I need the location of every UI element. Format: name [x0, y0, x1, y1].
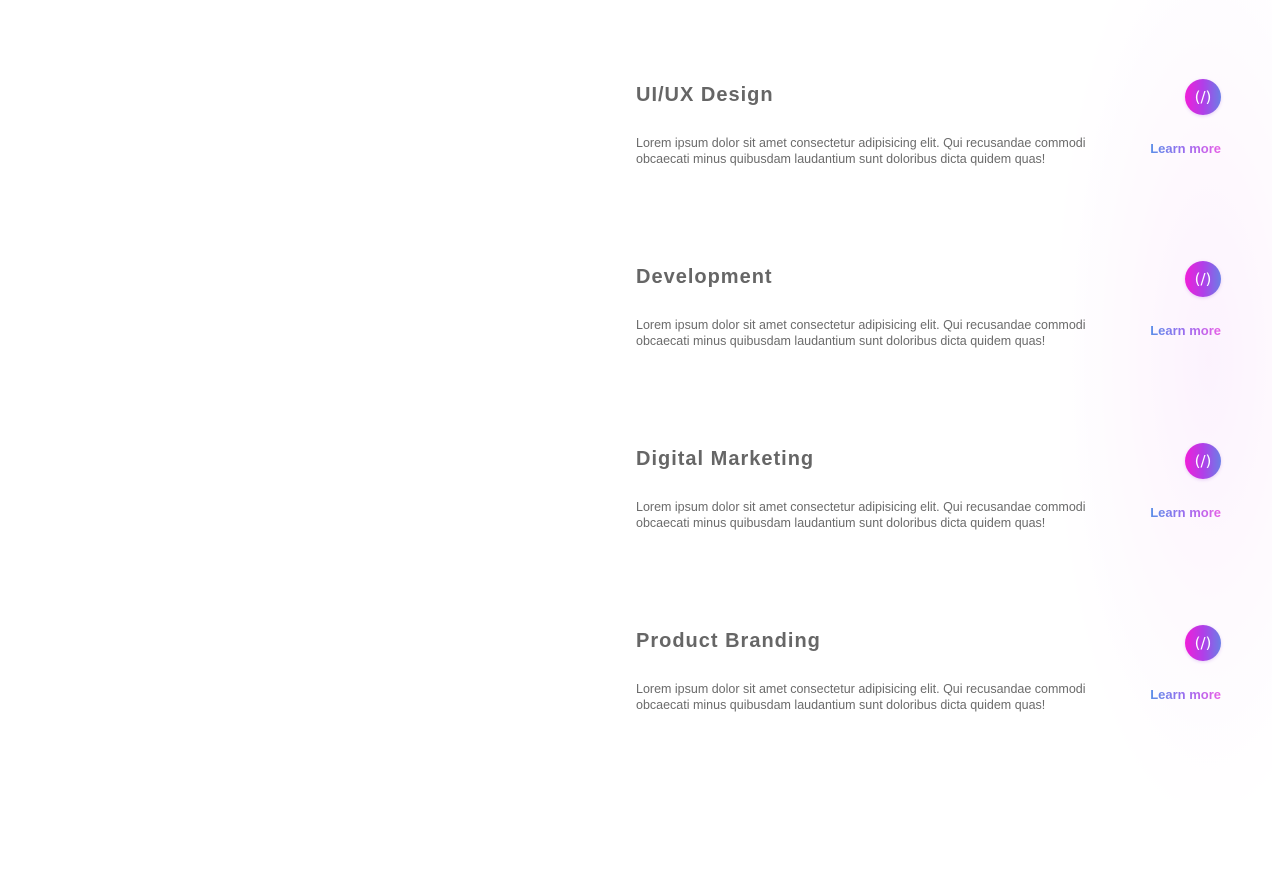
service-description: Lorem ipsum dolor sit amet consectetur a… — [636, 682, 1086, 712]
service-card-ui-ux-design: UI/UX Design (/) Lorem ipsum dolor sit a… — [636, 78, 1221, 198]
code-icon: (/) — [1185, 261, 1221, 297]
learn-more-link[interactable]: Learn more — [1150, 505, 1221, 521]
learn-more-link[interactable]: Learn more — [1150, 323, 1221, 339]
service-card-product-branding: Product Branding (/) Lorem ipsum dolor s… — [636, 624, 1221, 744]
service-card-development: Development (/) Lorem ipsum dolor sit am… — [636, 260, 1221, 380]
learn-more-link[interactable]: Learn more — [1150, 141, 1221, 157]
learn-more-link[interactable]: Learn more — [1150, 687, 1221, 703]
service-title: Digital Marketing — [636, 448, 815, 470]
service-title: Product Branding — [636, 630, 821, 652]
service-card-digital-marketing: Digital Marketing (/) Lorem ipsum dolor … — [636, 442, 1221, 562]
service-description: Lorem ipsum dolor sit amet consectetur a… — [636, 500, 1086, 530]
code-icon: (/) — [1185, 443, 1221, 479]
service-description: Lorem ipsum dolor sit amet consectetur a… — [636, 318, 1086, 348]
service-title: Development — [636, 266, 773, 288]
service-title: UI/UX Design — [636, 84, 774, 106]
code-icon: (/) — [1185, 625, 1221, 661]
service-description: Lorem ipsum dolor sit amet consectetur a… — [636, 136, 1086, 166]
page: UI/UX Design (/) Lorem ipsum dolor sit a… — [0, 0, 1272, 886]
code-icon: (/) — [1185, 79, 1221, 115]
